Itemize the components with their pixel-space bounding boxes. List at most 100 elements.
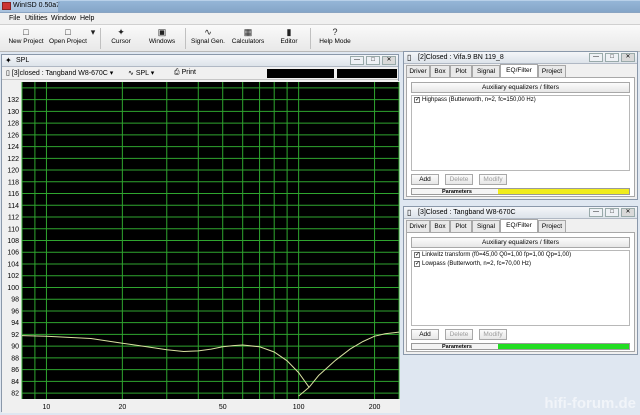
panel-titlebar[interactable]: ▯ [3]Closed : Tangband W8-670C — □ ✕ bbox=[404, 207, 637, 219]
x-tick-label: 20 bbox=[118, 404, 126, 411]
open-project-button[interactable]: □ Open Project bbox=[48, 26, 88, 51]
spl-toolbar: ▯ [3]closed : Tangband W8-670C ▾ ∿ SPL ▾… bbox=[2, 67, 398, 80]
y-tick-label: 88 bbox=[11, 355, 19, 362]
modify-button[interactable]: Modify bbox=[479, 329, 507, 340]
y-tick-label: 106 bbox=[7, 250, 19, 257]
new-project-icon: □ bbox=[23, 27, 29, 37]
maximize-button[interactable]: □ bbox=[605, 53, 619, 62]
calculators-button[interactable]: ▦ Calculators bbox=[230, 26, 266, 51]
minimize-button[interactable]: — bbox=[589, 208, 603, 217]
parameters-label: Parameters bbox=[442, 344, 472, 350]
spl-window-titlebar[interactable]: ✦ SPL — □ ✕ bbox=[2, 55, 398, 67]
add-button[interactable]: Add bbox=[411, 329, 439, 340]
print-button[interactable]: ⎙ Print bbox=[174, 69, 196, 77]
tab-project[interactable]: Project bbox=[538, 220, 566, 232]
window-icon: ▯ bbox=[407, 53, 412, 62]
window-icon: ▯ bbox=[407, 208, 412, 217]
spl-chart-svg: 82 84 86 88 90 92 94 96 98 100 102 104 106 108 110 112 1… bbox=[2, 81, 400, 413]
maximize-button[interactable]: □ bbox=[366, 56, 380, 65]
y-tick-label: 130 bbox=[7, 109, 19, 116]
eq-filter-panel: Auxiliary equalizers / filters ✓ Highpas… bbox=[406, 77, 635, 197]
print-icon: ⎙ bbox=[174, 69, 180, 76]
panel-title: [3]Closed : Tangband W8-670C bbox=[418, 209, 516, 216]
tab-plot[interactable]: Plot bbox=[450, 65, 472, 77]
y-tick-label: 112 bbox=[8, 215, 19, 222]
app-icon bbox=[2, 2, 11, 10]
panel-titlebar[interactable]: ▯ [2]Closed : Vifa.9 BN 119_8 — □ ✕ bbox=[404, 52, 637, 64]
toolbar-separator bbox=[310, 28, 311, 49]
tab-eq-filter[interactable]: EQ/Filter bbox=[500, 64, 538, 77]
toolbar-separator bbox=[100, 28, 101, 49]
x-tick-label: 50 bbox=[219, 404, 227, 411]
y-tick-label: 90 bbox=[11, 344, 19, 351]
cursor-button[interactable]: ✦ Cursor bbox=[106, 26, 136, 51]
tab-driver[interactable]: Driver bbox=[406, 220, 430, 232]
aux-equalizers-button[interactable]: Auxiliary equalizers / filters bbox=[411, 82, 630, 93]
tab-signal[interactable]: Signal bbox=[472, 220, 500, 232]
y-tick-label: 128 bbox=[7, 121, 19, 128]
aux-equalizers-button[interactable]: Auxiliary equalizers / filters bbox=[411, 237, 630, 248]
cursor-icon: ✦ bbox=[117, 27, 125, 37]
signal-gen-button[interactable]: ∿ Signal Gen. bbox=[190, 26, 226, 51]
help-mode-button[interactable]: ? Help Mode bbox=[316, 26, 354, 51]
tab-project[interactable]: Project bbox=[538, 65, 566, 77]
chevron-down-icon: ▾ bbox=[150, 70, 155, 77]
tab-eq-filter[interactable]: EQ/Filter bbox=[500, 219, 538, 232]
close-button[interactable]: ✕ bbox=[621, 208, 635, 217]
panel-tabs: Driver Box Plot Signal EQ/Filter Project bbox=[406, 219, 635, 232]
delete-button[interactable]: Delete bbox=[445, 329, 473, 340]
maximize-button[interactable]: □ bbox=[605, 208, 619, 217]
filter-item[interactable]: ✓ Highpass (Butterworth, n=2, fc=150,00 … bbox=[412, 96, 629, 105]
y-tick-label: 98 bbox=[11, 297, 19, 304]
close-button[interactable]: ✕ bbox=[382, 56, 396, 65]
filter-list[interactable]: ✓ Linkwitz transform (f0=45,00 Q0=1,00 f… bbox=[411, 250, 630, 326]
spl-window: ✦ SPL — □ ✕ ▯ [3]closed : Tangband W8-67… bbox=[1, 54, 400, 413]
menu-help[interactable]: Help bbox=[80, 15, 94, 22]
project-select[interactable]: ▯ [3]closed : Tangband W8-670C ▾ bbox=[6, 69, 113, 77]
minimize-button[interactable]: — bbox=[589, 53, 603, 62]
checkbox[interactable]: ✓ bbox=[414, 252, 420, 258]
y-tick-label: 96 bbox=[11, 308, 19, 315]
tab-signal[interactable]: Signal bbox=[472, 65, 500, 77]
menu-utilities[interactable]: Utilities bbox=[25, 15, 48, 22]
menu-bar: File Utilities Window Help bbox=[0, 13, 640, 25]
project-panel-vifa: ▯ [2]Closed : Vifa.9 BN 119_8 — □ ✕ Driv… bbox=[403, 51, 638, 200]
filter-item[interactable]: ✓ Lowpass (Butterworth, n=2, fc=70,00 Hz… bbox=[412, 260, 629, 269]
sine-wave-icon: ∿ bbox=[204, 27, 212, 37]
y-tick-label: 118 bbox=[8, 179, 19, 186]
checkbox[interactable]: ✓ bbox=[414, 261, 420, 267]
status-indicator bbox=[498, 344, 629, 349]
menu-file[interactable]: File bbox=[9, 15, 20, 22]
readout-box bbox=[267, 69, 334, 78]
parameters-status-bar: Parameters bbox=[411, 343, 630, 350]
windows-icon: ▣ bbox=[157, 27, 167, 37]
filter-item[interactable]: ✓ Linkwitz transform (f0=45,00 Q0=1,00 f… bbox=[412, 251, 629, 260]
spl-chart[interactable]: 82 84 86 88 90 92 94 96 98 100 102 104 106 108 110 112 1… bbox=[2, 81, 400, 413]
tab-plot[interactable]: Plot bbox=[450, 220, 472, 232]
modify-button[interactable]: Modify bbox=[479, 174, 507, 185]
dropdown-arrow-icon: ▾ bbox=[90, 27, 96, 37]
parameters-label: Parameters bbox=[442, 189, 472, 195]
editor-button[interactable]: ▮ Editor bbox=[274, 26, 304, 51]
checkbox[interactable]: ✓ bbox=[414, 97, 420, 103]
windows-button[interactable]: ▣ Windows bbox=[144, 26, 180, 51]
y-tick-label: 84 bbox=[11, 379, 19, 386]
editor-icon: ▮ bbox=[286, 27, 292, 37]
eq-filter-panel: Auxiliary equalizers / filters ✓ Linkwit… bbox=[406, 232, 635, 352]
minimize-button[interactable]: — bbox=[350, 56, 364, 65]
calculator-icon: ▦ bbox=[243, 27, 253, 37]
status-indicator bbox=[498, 189, 629, 194]
tab-driver[interactable]: Driver bbox=[406, 65, 430, 77]
delete-button[interactable]: Delete bbox=[445, 174, 473, 185]
graph-type-select[interactable]: ∿ SPL ▾ bbox=[128, 69, 154, 77]
menu-window[interactable]: Window bbox=[51, 15, 76, 22]
readout-box bbox=[337, 69, 397, 78]
open-project-dropdown[interactable]: ▾ bbox=[89, 26, 97, 51]
new-project-button[interactable]: □ New Project bbox=[6, 26, 46, 51]
y-tick-label: 86 bbox=[11, 367, 19, 374]
add-button[interactable]: Add bbox=[411, 174, 439, 185]
tab-box[interactable]: Box bbox=[430, 220, 450, 232]
filter-list[interactable]: ✓ Highpass (Butterworth, n=2, fc=150,00 … bbox=[411, 95, 630, 171]
close-button[interactable]: ✕ bbox=[621, 53, 635, 62]
tab-box[interactable]: Box bbox=[430, 65, 450, 77]
